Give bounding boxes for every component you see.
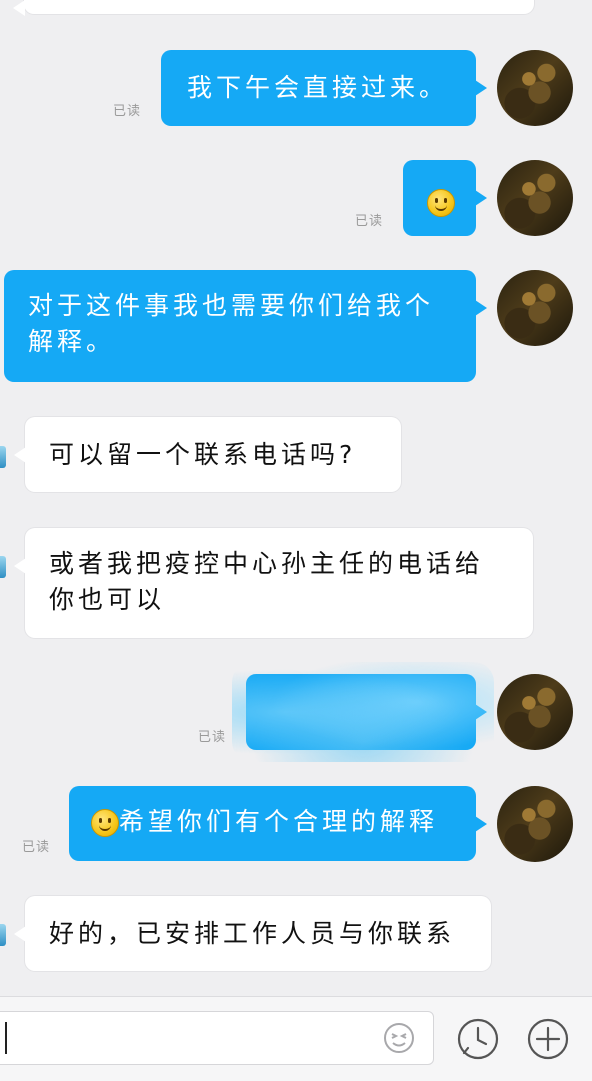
read-status: 已读 [22, 840, 51, 855]
user-avatar[interactable] [497, 786, 573, 862]
message-input[interactable] [0, 1011, 434, 1065]
message-bubble-sent[interactable] [403, 160, 487, 236]
message-bubble-partial [13, 0, 534, 16]
user-avatar[interactable] [497, 270, 573, 346]
text-caret [5, 1022, 7, 1054]
user-avatar[interactable] [497, 160, 573, 236]
message-bubble-received[interactable]: 好的，已安排工作人员与你联系 [14, 896, 491, 971]
composer-bar [0, 996, 592, 1081]
read-status: 已读 [355, 214, 384, 229]
redaction-scribble [232, 662, 494, 762]
message-text: 希望你们有个合理的解释 [119, 807, 439, 836]
message-text-line: 或者我把疫控中心孙主任的电话给 [49, 549, 485, 578]
add-plus-icon[interactable] [526, 1017, 570, 1061]
read-status: 已读 [113, 104, 142, 119]
message-bubble-sent[interactable]: 希望你们有个合理的解释 [69, 786, 487, 861]
history-clock-icon[interactable] [456, 1017, 500, 1061]
message-bubble-received[interactable]: 可以留一个联系电话吗? [14, 417, 401, 492]
message-text: 好的，已安排工作人员与你联系 [49, 919, 456, 948]
smiley-emoji-icon [427, 189, 455, 217]
contact-avatar-partial[interactable] [0, 556, 6, 578]
user-avatar[interactable] [497, 674, 573, 750]
message-text: 可以留一个联系电话吗? [49, 440, 357, 469]
emoji-icon[interactable] [383, 1022, 415, 1054]
message-text-line: 你也可以 [49, 585, 166, 614]
smiley-emoji-icon [91, 809, 119, 837]
read-status: 已读 [198, 730, 227, 745]
contact-avatar-partial[interactable] [0, 446, 6, 468]
chat-message-list[interactable]: 我下午会直接过来。 已读 已读 对于这件事我也需要你们给我个 解释。 可以留一个… [0, 0, 592, 996]
message-text: 我下午会直接过来。 [187, 73, 449, 102]
message-bubble-sent[interactable]: 对于这件事我也需要你们给我个 解释。 [4, 270, 487, 382]
message-bubble-received[interactable]: 或者我把疫控中心孙主任的电话给 你也可以 [14, 528, 533, 638]
user-avatar[interactable] [497, 50, 573, 126]
message-text-line: 对于这件事我也需要你们给我个 [28, 291, 435, 320]
contact-avatar-partial[interactable] [0, 924, 6, 946]
message-text-line: 解释。 [28, 327, 116, 356]
message-bubble-sent[interactable]: 我下午会直接过来。 [161, 50, 487, 126]
